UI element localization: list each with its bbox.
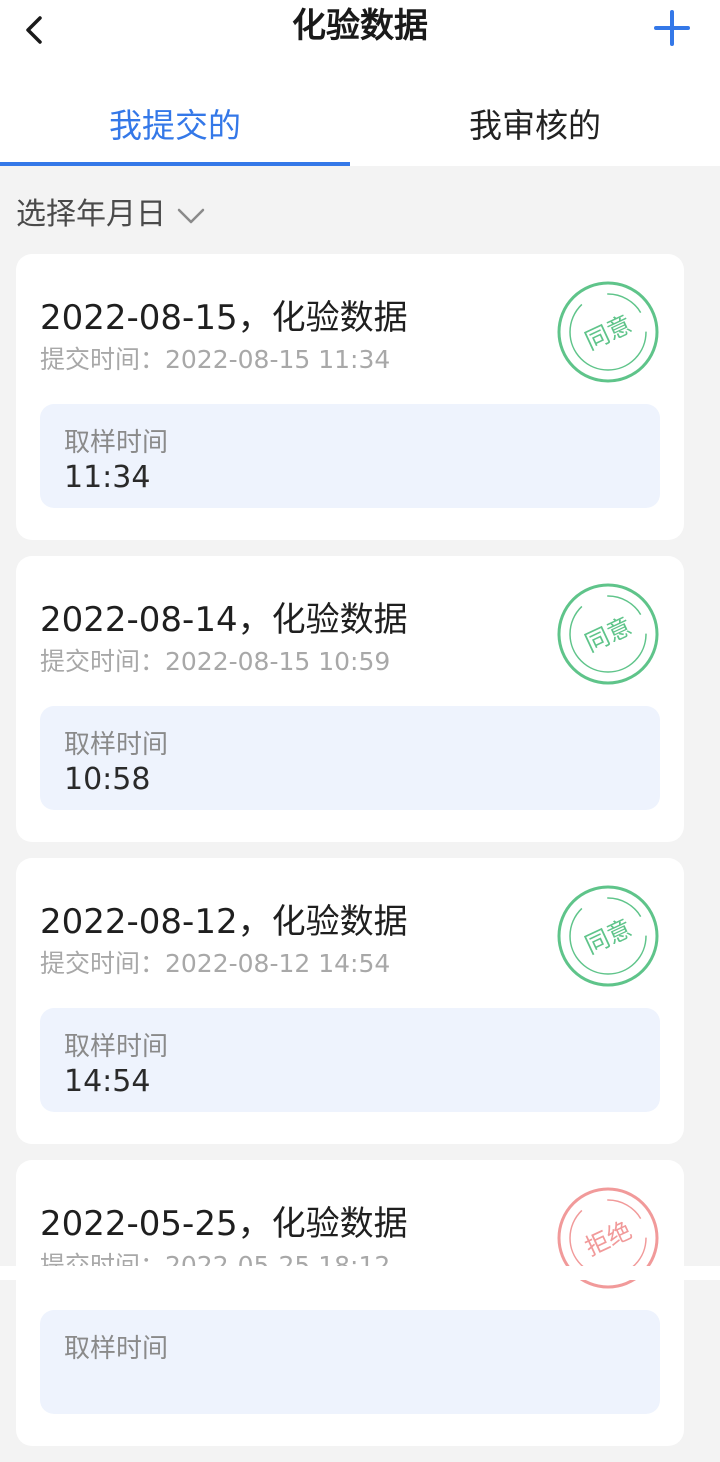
record-title: 2022-08-15，化验数据 [40, 298, 408, 338]
plus-icon[interactable] [652, 8, 692, 48]
record-card[interactable]: 2022-08-14，化验数据 提交时间：2022-08-15 10:59 同意… [16, 556, 684, 842]
record-card[interactable]: 2022-08-15，化验数据 提交时间：2022-08-15 11:34 同意… [16, 254, 684, 540]
active-tab-indicator [0, 162, 350, 166]
sample-time-label: 取样时间 [64, 428, 169, 458]
sample-time-value: 14:54 [64, 1064, 151, 1099]
sample-info-box: 取样时间 10:58 [40, 706, 660, 810]
record-card[interactable]: 2022-05-25，化验数据 提交时间：2022-05-25 18:12 拒绝… [16, 1160, 684, 1446]
tab-bar: 我提交的 我审核的 [0, 60, 720, 166]
record-title: 2022-05-25，化验数据 [40, 1204, 408, 1244]
record-submit-time: 提交时间：2022-08-15 11:34 [40, 345, 391, 374]
status-stamp: 同意 [557, 281, 659, 383]
record-title: 2022-08-12，化验数据 [40, 902, 408, 942]
bottom-edge [0, 1266, 720, 1280]
status-stamp-text: 同意 [581, 310, 636, 356]
record-submit-time: 提交时间：2022-08-12 14:54 [40, 949, 391, 978]
status-stamp-text: 同意 [581, 914, 636, 960]
sample-time-value: 10:58 [64, 762, 151, 797]
page-title: 化验数据 [292, 6, 428, 46]
status-stamp-text: 同意 [581, 612, 636, 658]
status-stamp-text: 拒绝 [581, 1216, 636, 1262]
date-filter-label: 选择年月日 [16, 197, 166, 232]
status-stamp: 同意 [557, 885, 659, 987]
record-title: 2022-08-14，化验数据 [40, 600, 408, 640]
sample-time-label: 取样时间 [64, 1032, 169, 1062]
tab-my-reviewed[interactable]: 我审核的 [350, 60, 720, 166]
sample-time-label: 取样时间 [64, 1334, 169, 1364]
sample-time-label: 取样时间 [64, 730, 169, 760]
top-app-bar: 化验数据 [0, 0, 720, 60]
sample-time-value: 11:34 [64, 460, 151, 495]
sample-info-box: 取样时间 14:54 [40, 1008, 660, 1112]
record-list: 2022-08-15，化验数据 提交时间：2022-08-15 11:34 同意… [16, 254, 684, 1462]
status-stamp: 同意 [557, 583, 659, 685]
chevron-down-icon [177, 208, 205, 223]
record-card[interactable]: 2022-08-12，化验数据 提交时间：2022-08-12 14:54 同意… [16, 858, 684, 1144]
tab-my-submitted[interactable]: 我提交的 [0, 60, 350, 166]
sample-info-box: 取样时间 11:34 [40, 404, 660, 508]
date-filter[interactable]: 选择年月日 [16, 190, 206, 240]
record-submit-time: 提交时间：2022-08-15 10:59 [40, 647, 391, 676]
sample-info-box: 取样时间 [40, 1310, 660, 1414]
